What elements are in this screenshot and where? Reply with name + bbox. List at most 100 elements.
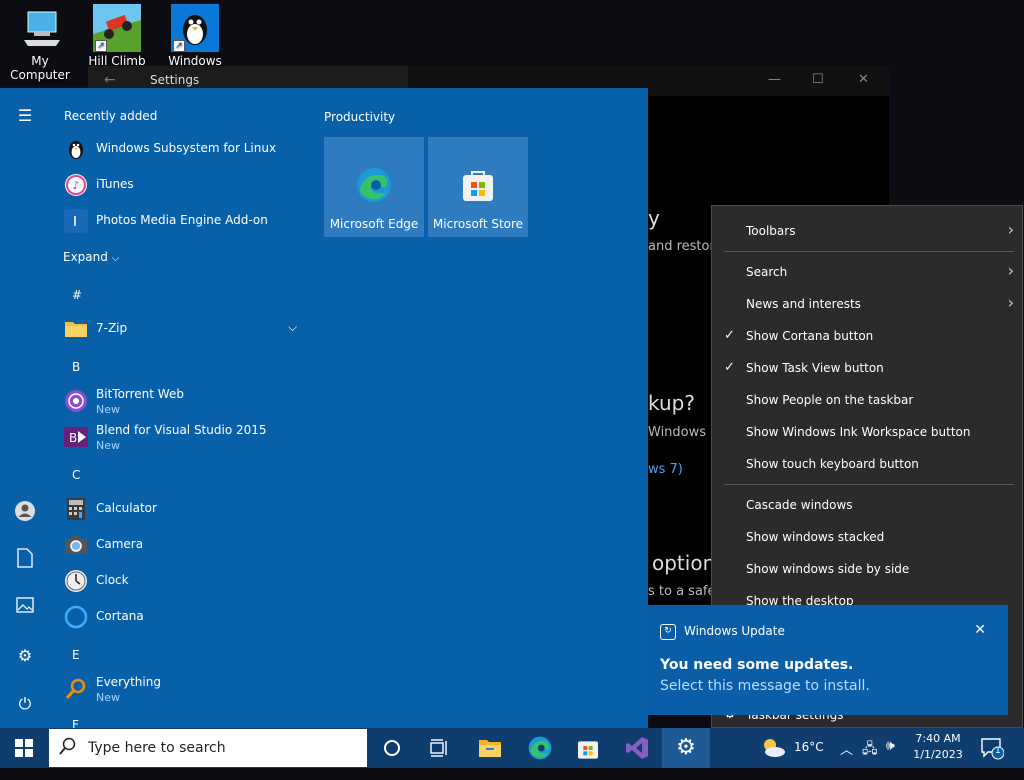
menu-item-show-cortana-button[interactable]: ✓ Show Cortana button — [712, 320, 1022, 352]
new-badge: New — [96, 403, 120, 416]
network-icon[interactable]: 🖧 — [862, 738, 878, 778]
clock-time: 7:40 AM — [915, 732, 961, 745]
tile-microsoft-edge[interactable]: Microsoft Edge — [324, 137, 424, 237]
hill-climb-icon: ↗ — [93, 4, 141, 52]
power-icon[interactable]: ⏻ — [13, 692, 37, 716]
menu-item-label: Show People on the taskbar — [746, 393, 914, 407]
edge-icon — [356, 167, 392, 203]
list-item-camera[interactable]: Camera — [64, 528, 304, 562]
settings-icon[interactable]: ⚙ — [13, 644, 37, 668]
section-letter[interactable]: E — [72, 648, 80, 662]
list-item-everything[interactable]: Everything New — [64, 672, 304, 706]
taskbar-file-explorer[interactable] — [466, 728, 514, 768]
menu-item-show-touch-keyboard[interactable]: Show touch keyboard button — [712, 448, 1022, 480]
shortcut-arrow-icon: ↗ — [95, 40, 107, 52]
hamburger-icon[interactable]: ☰ — [13, 104, 37, 128]
menu-item-cascade-windows[interactable]: Cascade windows — [712, 489, 1022, 521]
task-view-button[interactable] — [416, 728, 464, 768]
search-icon — [59, 737, 77, 760]
list-item-calculator[interactable]: Calculator — [64, 492, 304, 526]
update-icon: ↻ — [660, 624, 676, 640]
menu-item-show-windows-stacked[interactable]: Show windows stacked — [712, 521, 1022, 553]
cortana-icon — [384, 740, 400, 756]
list-item-wsl[interactable]: Windows Subsystem for Linux — [64, 132, 304, 166]
expand-button[interactable]: Expand ⌵ — [63, 250, 119, 264]
section-letter[interactable]: C — [72, 468, 80, 482]
menu-item-show-people[interactable]: Show People on the taskbar — [712, 384, 1022, 416]
list-item-bittorrent[interactable]: BitTorrent Web New — [64, 384, 304, 418]
weather-widget[interactable] — [760, 728, 790, 768]
pictures-icon[interactable] — [13, 596, 37, 620]
desktop-icon-label: My Computer — [10, 54, 70, 82]
recently-added-heading: Recently added — [64, 109, 158, 123]
taskbar-cortana-button[interactable] — [368, 728, 416, 768]
taskbar-store[interactable] — [564, 728, 612, 768]
document-icon[interactable] — [13, 548, 37, 572]
svg-text:♪: ♪ — [72, 179, 79, 192]
minimize-icon[interactable]: — — [768, 72, 781, 87]
chevron-right-icon: › — [1007, 293, 1014, 312]
checkmark-icon: ✓ — [724, 360, 735, 375]
taskbar-search-box[interactable]: Type here to search — [49, 729, 367, 767]
list-item-cortana[interactable]: Cortana — [64, 600, 304, 634]
tile-microsoft-store[interactable]: Microsoft Store — [428, 137, 528, 237]
menu-item-label: Show touch keyboard button — [746, 457, 919, 471]
camera-icon — [64, 533, 88, 557]
menu-separator — [724, 251, 1014, 252]
taskbar: Type here to search ⚙ 16°C ︿ 🖧 🕪 7:40 AM… — [0, 728, 1024, 768]
action-center-button[interactable]: 1 — [980, 736, 1005, 760]
taskbar-visual-studio[interactable] — [613, 728, 661, 768]
volume-icon[interactable]: 🕪 — [886, 738, 895, 778]
maximize-icon[interactable]: ☐ — [812, 72, 824, 87]
itunes-icon: ♪ — [64, 173, 88, 197]
user-icon[interactable] — [13, 500, 37, 524]
start-rail: ☰ ⚙ ⏻ — [0, 88, 50, 728]
search-placeholder: Type here to search — [88, 740, 226, 756]
taskbar-settings[interactable]: ⚙ — [662, 728, 710, 768]
menu-item-toolbars[interactable]: Toolbars › — [712, 215, 1022, 247]
taskbar-edge[interactable] — [516, 728, 564, 768]
chevron-up-icon[interactable]: ︿ — [840, 739, 853, 779]
windows-update-toast[interactable]: ↻ Windows Update ✕ You need some updates… — [648, 605, 1008, 715]
weather-cloud-icon — [764, 739, 785, 757]
menu-item-show-ink-workspace[interactable]: Show Windows Ink Workspace button — [712, 416, 1022, 448]
toast-body: Select this message to install. — [660, 678, 870, 694]
list-item-clock[interactable]: Clock — [64, 564, 304, 598]
start-menu: ☰ ⚙ ⏻ Recently added Windows Subsystem f… — [0, 88, 648, 728]
menu-item-show-task-view-button[interactable]: ✓ Show Task View button — [712, 352, 1022, 384]
close-icon[interactable]: ✕ — [974, 622, 986, 638]
desktop-icon-my-computer[interactable]: My Computer — [0, 4, 80, 82]
app-name: iTunes — [96, 177, 134, 191]
taskbar-clock[interactable]: 7:40 AM 1/1/2023 — [906, 731, 970, 763]
menu-item-label: Show Task View button — [746, 361, 884, 375]
list-item-7zip[interactable]: 7-Zip ⌵ — [64, 312, 304, 346]
desktop-icon-hill-climb[interactable]: ↗ Hill Climb — [77, 4, 157, 68]
checkmark-icon: ✓ — [724, 328, 735, 343]
new-badge: New — [96, 439, 120, 452]
settings-bg-text: kup? — [648, 391, 695, 415]
menu-item-search[interactable]: Search › — [712, 256, 1022, 288]
bittorrent-icon — [64, 389, 88, 413]
new-badge: New — [96, 691, 120, 704]
start-button[interactable] — [0, 728, 48, 768]
settings-bg-link[interactable]: ws 7) — [648, 462, 683, 477]
close-icon[interactable]: ✕ — [858, 72, 869, 87]
tile-group-title: Productivity — [324, 110, 396, 124]
computer-icon — [16, 4, 64, 52]
menu-item-news-and-interests[interactable]: News and interests › — [712, 288, 1022, 320]
section-letter[interactable]: # — [72, 288, 82, 302]
desktop-icon-windows[interactable]: ↗ Windows — [155, 4, 235, 68]
menu-item-label: News and interests — [746, 297, 861, 311]
chevron-down-icon: ⌵ — [111, 253, 120, 264]
section-letter[interactable]: B — [72, 360, 80, 374]
list-item-itunes[interactable]: ♪ iTunes — [64, 168, 304, 202]
section-letter[interactable]: F — [72, 718, 79, 728]
list-item-blend[interactable]: B Blend for Visual Studio 2015 New — [64, 420, 304, 454]
menu-item-label: Show Windows Ink Workspace button — [746, 425, 971, 439]
weather-temperature[interactable]: 16°C — [794, 740, 824, 780]
menu-item-side-by-side[interactable]: Show windows side by side — [712, 553, 1022, 585]
back-arrow-icon[interactable]: ← — [104, 72, 116, 88]
list-item-photos-addon[interactable]: Photos Media Engine Add-on — [64, 204, 304, 238]
windows-logo-icon — [15, 739, 33, 757]
chevron-down-icon[interactable]: ⌵ — [288, 320, 297, 335]
